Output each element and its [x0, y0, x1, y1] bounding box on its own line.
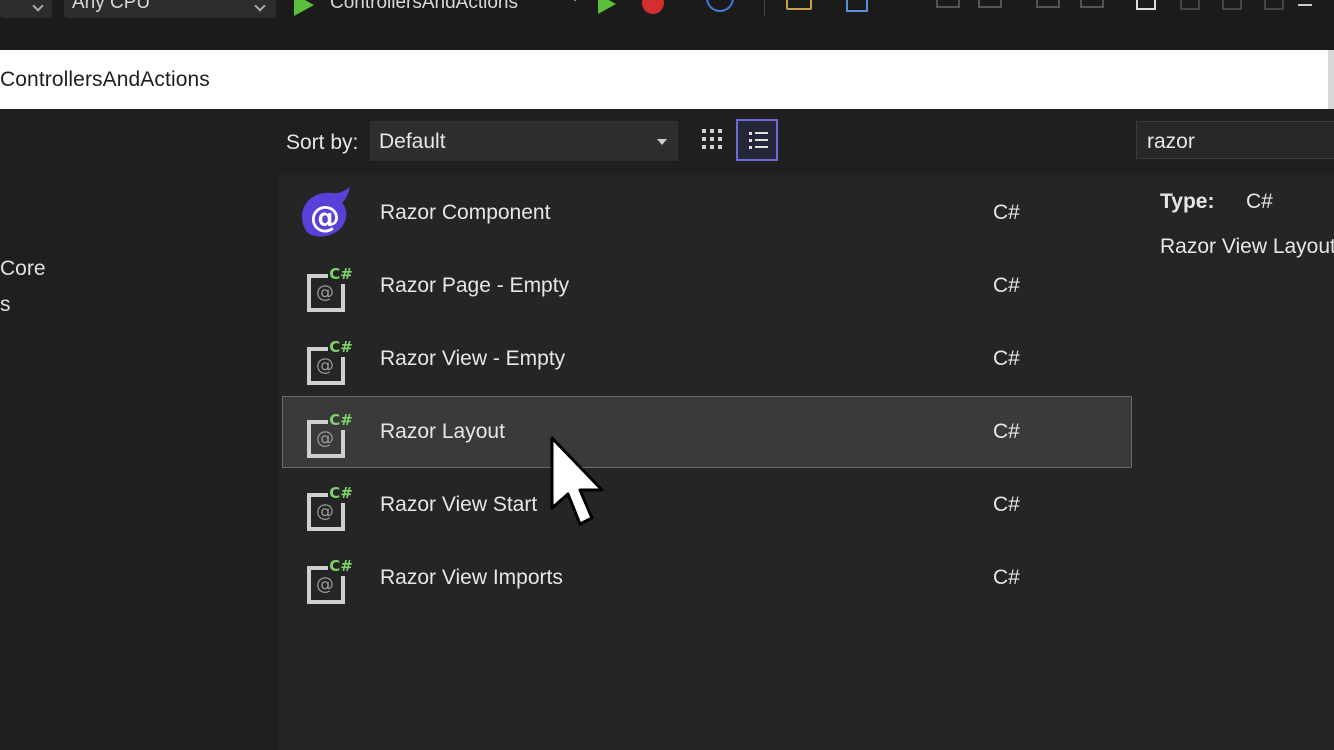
home-icon[interactable]	[846, 0, 868, 12]
template-language: C#	[993, 420, 1020, 443]
refresh-icon[interactable]	[706, 0, 734, 12]
sort-by-label: Sort by:	[286, 131, 359, 154]
details-pane: razor Type: C# Razor View Layout	[1134, 109, 1334, 750]
comment-icon[interactable]	[936, 0, 960, 8]
template-language: C#	[993, 347, 1020, 370]
clear-bookmarks-icon[interactable]	[1264, 0, 1284, 10]
razor-file-icon: C#	[304, 483, 354, 531]
template-description: Razor View Layout	[1160, 235, 1334, 258]
template-row[interactable]: C# Razor View - Empty C#	[282, 323, 1132, 395]
next-bookmark-icon[interactable]	[1222, 0, 1242, 10]
outdent-icon[interactable]	[1080, 0, 1104, 8]
list-view-icon[interactable]	[736, 119, 778, 161]
dialog-title: ControllersAndActions	[0, 68, 210, 91]
sort-toolbar: Sort by: Default	[278, 109, 1134, 175]
template-row[interactable]: C# Razor Page - Empty C#	[282, 250, 1132, 322]
template-name: Razor Page - Empty	[380, 274, 570, 297]
blazor-icon: @	[302, 187, 350, 237]
template-language: C#	[993, 493, 1020, 516]
template-row[interactable]: C# Razor View Start C#	[282, 469, 1132, 541]
template-language: C#	[993, 566, 1020, 589]
template-language: C#	[993, 274, 1020, 297]
sort-by-dropdown[interactable]: Default	[370, 121, 678, 161]
startup-project-label: ControllersAndActions	[330, 0, 518, 13]
platform-dropdown[interactable]: Any CPU	[64, 0, 276, 18]
razor-file-icon: C#	[304, 264, 354, 312]
type-value: C#	[1246, 190, 1273, 213]
start-button[interactable]: ControllersAndActions	[294, 0, 564, 16]
prev-bookmark-icon[interactable]	[1180, 0, 1200, 10]
razor-file-icon: C#	[304, 556, 354, 604]
search-query: razor	[1147, 130, 1195, 153]
chevron-down-icon	[657, 139, 667, 145]
start-without-debugging-icon[interactable]	[598, 0, 616, 14]
mouse-cursor-icon	[550, 436, 604, 526]
dialog-title-bar: ControllersAndActions	[0, 50, 1334, 109]
toolbar: Any CPU ControllersAndActions	[0, 0, 1334, 50]
template-name: Razor View - Empty	[380, 347, 566, 370]
toolbar-divider	[764, 0, 765, 16]
svg-text:@: @	[310, 200, 340, 235]
razor-file-icon: C#	[304, 410, 354, 458]
uncomment-icon[interactable]	[978, 0, 1002, 8]
type-label: Type:	[1160, 190, 1215, 213]
template-row[interactable]: @ Razor Component C#	[282, 177, 1132, 249]
template-name: Razor Component	[380, 201, 551, 224]
razor-file-icon: C#	[304, 337, 354, 385]
category-tree: Core s	[0, 109, 276, 750]
search-input[interactable]: razor	[1136, 121, 1334, 159]
sort-by-value: Default	[379, 130, 446, 153]
configuration-dropdown[interactable]	[0, 0, 52, 18]
indent-icon[interactable]	[1036, 0, 1060, 8]
template-name: Razor View Start	[380, 493, 538, 516]
chevron-down-icon[interactable]	[570, 0, 580, 2]
category-item-core[interactable]: Core	[0, 257, 46, 281]
category-item[interactable]: s	[0, 293, 11, 317]
bookmark-icon[interactable]	[1136, 0, 1156, 10]
template-details: Type: C# Razor View Layout	[1134, 175, 1334, 750]
grid-view-icon[interactable]	[694, 121, 734, 161]
template-name: Razor Layout	[380, 420, 505, 443]
template-name: Razor View Imports	[380, 566, 563, 589]
template-list: @ Razor Component C# C# Razor Page - Emp…	[278, 175, 1134, 750]
template-row[interactable]: C# Razor View Imports C#	[282, 542, 1132, 614]
folder-icon[interactable]	[786, 0, 812, 10]
play-icon	[294, 0, 314, 16]
title-bar-edge	[1328, 50, 1334, 109]
template-language: C#	[993, 201, 1020, 224]
template-row-selected[interactable]: C# Razor Layout C#	[282, 396, 1132, 468]
record-icon[interactable]	[642, 0, 664, 14]
platform-label: Any CPU	[72, 0, 151, 13]
